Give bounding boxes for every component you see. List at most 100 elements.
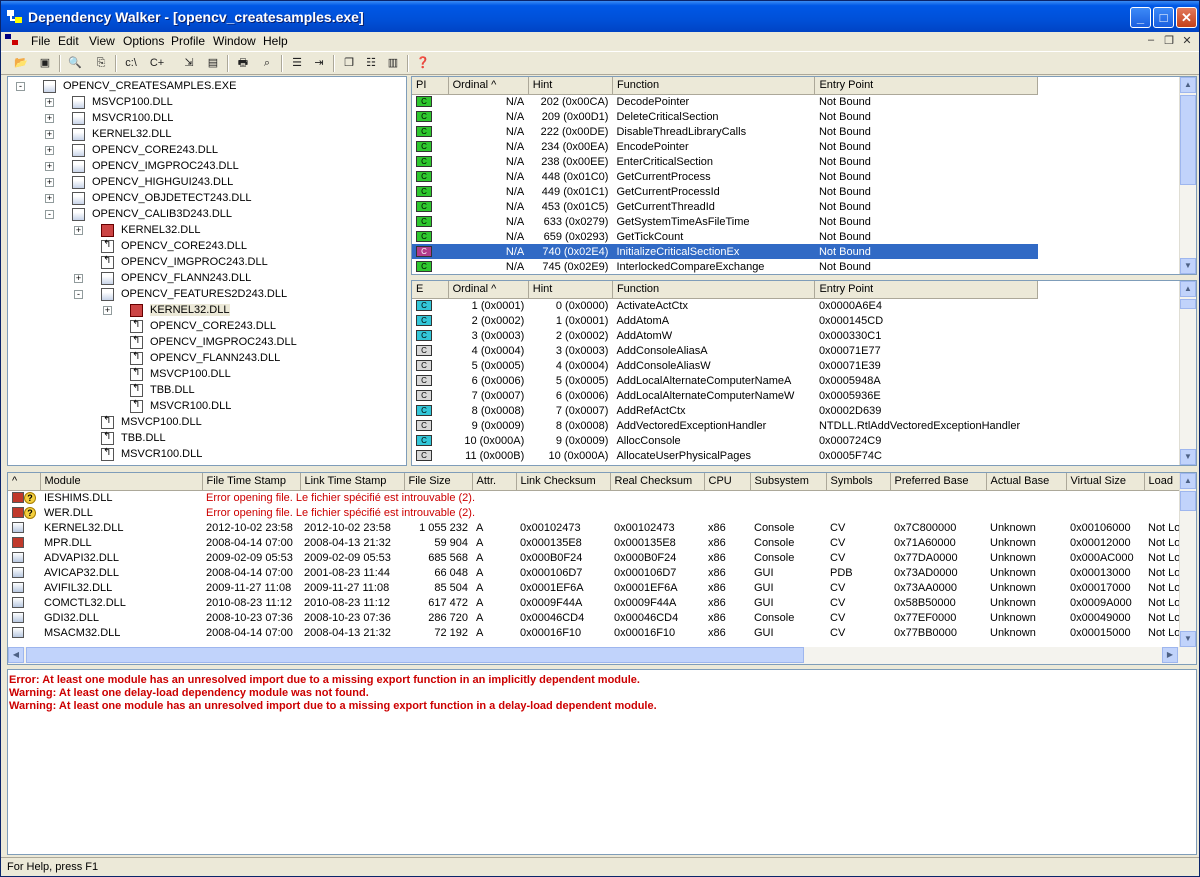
module-col-header[interactable]: Load [1144, 473, 1181, 491]
expand-icon[interactable]: + [45, 178, 54, 187]
tile-horizontal-icon[interactable]: ☷ [361, 54, 381, 73]
module-col-header[interactable]: Module [40, 473, 203, 491]
module-row[interactable]: AVICAP32.DLL 2008-04-14 07:00 2001-08-23 1… [8, 565, 1180, 580]
module-row[interactable]: ADVAPI32.DLL 2009-02-09 05:53 2009-02-09 0… [8, 550, 1180, 565]
export-row[interactable]: C 9 (0x0009) 8 (0x0008) AddVectoredExceptio… [412, 418, 1038, 433]
module-row[interactable]: MSACM32.DLL 2008-04-14 07:00 2008-04-13 21… [8, 625, 1180, 640]
undecorate-cpp-icon[interactable]: C+ [147, 54, 167, 73]
module-col-header[interactable]: Preferred Base [890, 473, 987, 491]
export-row[interactable]: C 3 (0x0003) 2 (0x0002) AddAtomW 0x000330C1 [412, 328, 1038, 343]
copy-icon[interactable]: ⎘ [91, 54, 111, 73]
menu-view[interactable]: View [89, 34, 115, 48]
module-row[interactable]: AVIFIL32.DLL 2009-11-27 11:08 2009-11-27 1… [8, 580, 1180, 595]
menu-file[interactable]: File [31, 34, 50, 48]
auto-expand-icon[interactable]: ⇲ [179, 54, 199, 73]
expand-icon[interactable]: + [103, 306, 112, 315]
expand-icon[interactable]: + [45, 114, 54, 123]
module-tree[interactable]: - OPENCV_CREATESAMPLES.EXE + MSVCP100.DLL + M… [7, 76, 407, 466]
import-row[interactable]: C N/A 448 (0x01C0) GetCurrentProcess Not Bou… [412, 169, 1038, 184]
system-info-icon[interactable]: ⌕ [257, 54, 277, 73]
expand-icon[interactable]: + [74, 274, 83, 283]
module-col-header[interactable]: Link Checksum [516, 473, 611, 491]
module-col-header[interactable]: CPU [704, 473, 751, 491]
module-col-header[interactable]: Real Checksum [610, 473, 705, 491]
module-row[interactable]: ? IESHIMS.DLL Error opening file. Le fichi… [8, 490, 1180, 505]
import-col-header[interactable]: PI [412, 77, 449, 95]
export-row[interactable]: C 2 (0x0002) 1 (0x0001) AddAtomA 0x000145CD [412, 313, 1038, 328]
module-col-header[interactable]: Actual Base [986, 473, 1067, 491]
module-row[interactable]: GDI32.DLL 2008-10-23 07:36 2008-10-23 07:3… [8, 610, 1180, 625]
import-row[interactable]: C N/A 238 (0x00EE) EnterCriticalSection Not … [412, 154, 1038, 169]
menu-edit[interactable]: Edit [58, 34, 79, 48]
export-col-header[interactable]: E [412, 281, 449, 299]
import-row[interactable]: C N/A 234 (0x00EA) EncodePointer Not Bound [412, 139, 1038, 154]
maximize-button[interactable]: □ [1153, 7, 1174, 28]
import-col-header[interactable]: Ordinal ^ [448, 77, 529, 95]
import-row[interactable]: C N/A 449 (0x01C1) GetCurrentProcessId Not B… [412, 184, 1038, 199]
export-col-header[interactable]: Ordinal ^ [448, 281, 529, 299]
import-row[interactable]: C N/A 202 (0x00CA) DecodePointer Not Bound [412, 94, 1038, 109]
modules-vscrollbar[interactable]: ▲ ▼ [1179, 473, 1196, 647]
import-row[interactable]: C N/A 659 (0x0293) GetTickCount Not Bound [412, 229, 1038, 244]
save-icon[interactable]: ▣ [35, 54, 55, 73]
export-row[interactable]: C 5 (0x0005) 4 (0x0004) AddConsoleAliasW 0x0… [412, 358, 1038, 373]
expand-icon[interactable]: + [74, 226, 83, 235]
module-row[interactable]: ? WER.DLL Error opening file. Le fichier s… [8, 505, 1180, 520]
export-col-header[interactable]: Function [612, 281, 816, 299]
mdi-icon[interactable] [5, 34, 21, 49]
import-row[interactable]: C N/A 222 (0x00DE) DisableThreadLibraryCall… [412, 124, 1038, 139]
module-col-header[interactable]: Attr. [472, 473, 517, 491]
module-col-header[interactable]: ^ [8, 473, 41, 491]
import-col-header[interactable]: Function [612, 77, 816, 95]
import-row[interactable]: C N/A 745 (0x02E9) InterlockedCompareExchan… [412, 259, 1038, 274]
open-folder-icon[interactable]: 📂 [11, 54, 31, 73]
next-icon[interactable]: ⇥ [309, 54, 329, 73]
module-col-header[interactable]: Symbols [826, 473, 891, 491]
title-bar[interactable]: Dependency Walker - [opencv_createsample… [1, 1, 1199, 32]
import-col-header[interactable]: Entry Point [814, 77, 1038, 95]
close-button[interactable]: ✕ [1176, 7, 1197, 28]
modules-hscrollbar[interactable]: ◀ ▶ [8, 647, 1196, 664]
import-row[interactable]: C N/A 209 (0x00D1) DeleteCriticalSection Not… [412, 109, 1038, 124]
minimize-button[interactable]: _ [1130, 7, 1151, 28]
menu-profile[interactable]: Profile [171, 34, 205, 48]
module-row[interactable]: MPR.DLL 2008-04-14 07:00 2008-04-13 21:32 5… [8, 535, 1180, 550]
module-col-header[interactable]: Subsystem [750, 473, 827, 491]
module-col-header[interactable]: Link Time Stamp [300, 473, 405, 491]
import-col-header[interactable]: Hint [528, 77, 613, 95]
collapse-icon[interactable]: - [16, 82, 25, 91]
cascade-icon[interactable]: ❐ [339, 54, 359, 73]
export-row[interactable]: C 1 (0x0001) 0 (0x0000) ActivateActCtx 0x000… [412, 298, 1038, 313]
menu-options[interactable]: Options [123, 34, 164, 48]
mdi-restore-icon[interactable]: ❐ [1162, 34, 1176, 47]
import-row[interactable]: C N/A 633 (0x0279) GetSystemTimeAsFileTime N… [412, 214, 1038, 229]
module-col-header[interactable]: File Time Stamp [202, 473, 301, 491]
full-paths-icon[interactable]: c:\ [121, 54, 141, 73]
properties-icon[interactable]: ▤ [203, 54, 223, 73]
menu-window[interactable]: Window [213, 34, 256, 48]
find-icon[interactable]: 🔍 [65, 54, 85, 73]
print-icon[interactable]: 🖶 [233, 54, 253, 73]
module-col-header[interactable]: Virtual Size [1066, 473, 1145, 491]
export-row[interactable]: C 6 (0x0006) 5 (0x0005) AddLocalAlternateCo… [412, 373, 1038, 388]
expand-icon[interactable]: + [45, 130, 54, 139]
menu-help[interactable]: Help [263, 34, 288, 48]
exports-list[interactable]: E Ordinal ^ Hint Function Entry Point C 1 (0x0… [411, 280, 1197, 466]
export-col-header[interactable]: Hint [528, 281, 613, 299]
module-row[interactable]: COMCTL32.DLL 2010-08-23 11:12 2010-08-23 1… [8, 595, 1180, 610]
expand-icon[interactable]: + [45, 194, 54, 203]
log-pane[interactable]: Error: At least one module has an unreso… [7, 669, 1197, 855]
expand-icon[interactable]: + [45, 162, 54, 171]
module-row[interactable]: KERNEL32.DLL 2012-10-02 23:58 2012-10-02 2… [8, 520, 1180, 535]
imports-scrollbar[interactable]: ▲ ▼ [1179, 77, 1196, 274]
expand-icon[interactable]: + [45, 98, 54, 107]
module-list[interactable]: ^ Module File Time Stamp Link Time Stamp Fil… [7, 472, 1197, 665]
export-row[interactable]: C 7 (0x0007) 6 (0x0006) AddLocalAlternateCo… [412, 388, 1038, 403]
import-row[interactable]: C N/A 740 (0x02E4) InitializeCriticalSectio… [412, 244, 1038, 259]
export-row[interactable]: C 4 (0x0004) 3 (0x0003) AddConsoleAliasA 0x0… [412, 343, 1038, 358]
help-icon[interactable]: ❓ [413, 54, 433, 73]
export-row[interactable]: C 11 (0x000B) 10 (0x000A) AllocateUserPhysi… [412, 448, 1038, 463]
mdi-minimize-icon[interactable]: – [1144, 34, 1158, 46]
tile-vertical-icon[interactable]: ▥ [383, 54, 403, 73]
export-row[interactable]: C 10 (0x000A) 9 (0x0009) AllocConsole 0x0007… [412, 433, 1038, 448]
